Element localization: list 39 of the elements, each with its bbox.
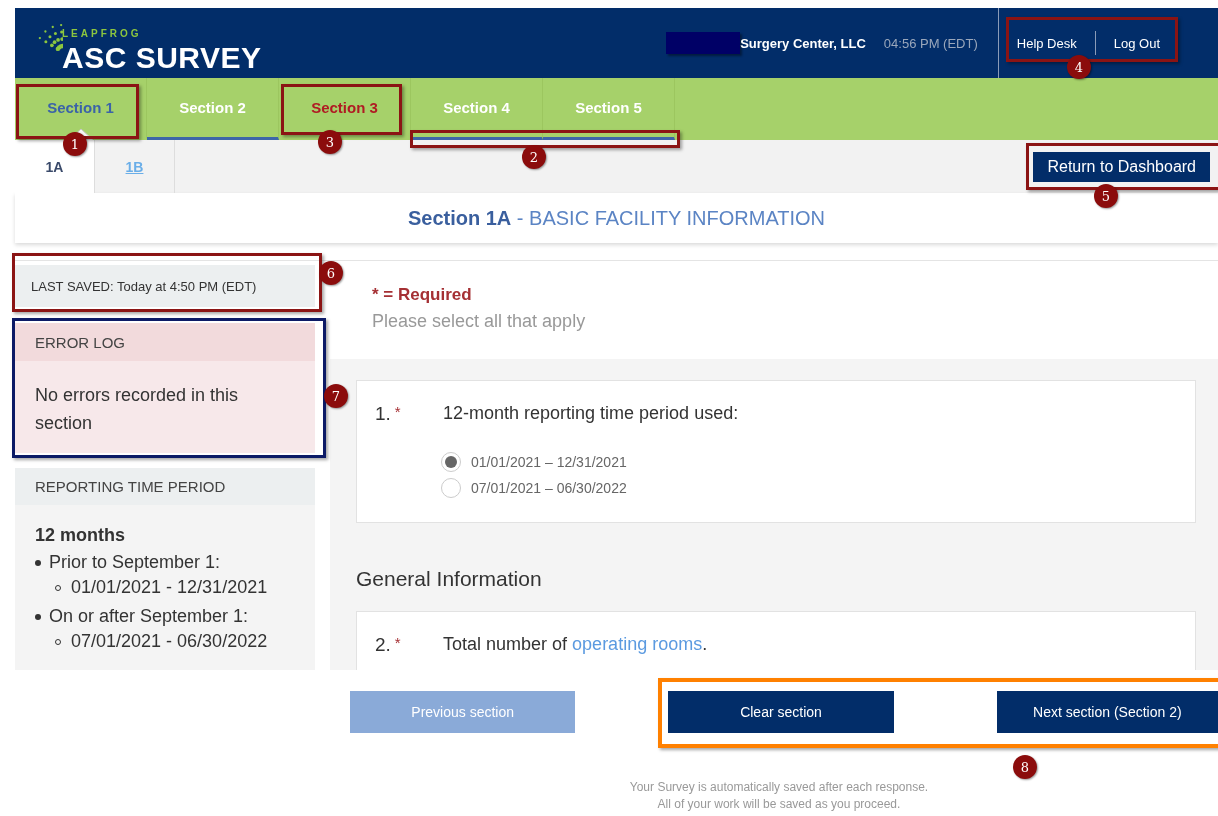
option-label: 01/01/2021 – 12/31/2021 xyxy=(471,454,627,470)
required-mark: * xyxy=(394,403,401,420)
bullet-icon xyxy=(35,559,41,566)
group-heading: General Information xyxy=(356,567,543,591)
radio-button[interactable] xyxy=(441,452,461,472)
period-label: On or after September 1: xyxy=(49,606,249,627)
return-button[interactable]: Return to Dashboard xyxy=(1033,151,1210,182)
logo-subtitle: LEAPFROG xyxy=(62,28,142,39)
footer-note: All of your work will be saved as you proceed. xyxy=(656,796,902,813)
nav-button[interactable]: Next section (Section 2) xyxy=(996,691,1218,733)
glossary-link[interactable]: operating rooms xyxy=(572,634,703,654)
footer-note: Your Survey is automatically saved after each response. xyxy=(628,779,930,796)
facility-name: Surgery Center, LLC xyxy=(740,35,866,51)
period-range: 07/01/2021 - 06/30/2022 xyxy=(71,631,268,652)
header-link[interactable]: Help Desk xyxy=(1016,35,1077,51)
error-log-message: No errors recorded in this section xyxy=(15,361,315,453)
reporting-heading: 12 months xyxy=(35,525,127,546)
required-note: * = Required xyxy=(372,285,473,305)
error-log-header: ERROR LOG xyxy=(15,323,315,361)
question-text: 12-month reporting time period used: xyxy=(443,403,739,424)
page-title: Section 1A - BASIC FACILITY INFORMATION xyxy=(407,206,826,230)
annotation-badge: 8 xyxy=(1013,755,1037,779)
nav-button[interactable]: Clear section xyxy=(668,691,894,733)
required-mark: * xyxy=(394,634,401,651)
question-text: Total number of operating rooms. xyxy=(443,634,708,656)
radio-button[interactable] xyxy=(441,478,461,498)
option-label: 07/01/2021 – 06/30/2022 xyxy=(471,480,627,496)
instruction-text: Please select all that apply xyxy=(372,311,587,332)
question-number: 2. xyxy=(375,634,391,655)
bullet-icon xyxy=(35,613,41,620)
header-link[interactable]: Log Out xyxy=(1113,35,1160,51)
reporting-header: REPORTING TIME PERIOD xyxy=(15,468,315,505)
question-number: 1. xyxy=(375,403,391,424)
period-label: Prior to September 1: xyxy=(49,552,221,573)
period-range: 01/01/2021 - 12/31/2021 xyxy=(71,577,268,598)
header-time: 04:56 PM (EDT) xyxy=(883,35,978,51)
last-saved-panel: LAST SAVED: Today at 4:50 PM (EDT) xyxy=(15,265,315,307)
annotation-badge: 6 xyxy=(319,261,343,285)
logo-title: ASC SURVEY xyxy=(62,41,262,75)
